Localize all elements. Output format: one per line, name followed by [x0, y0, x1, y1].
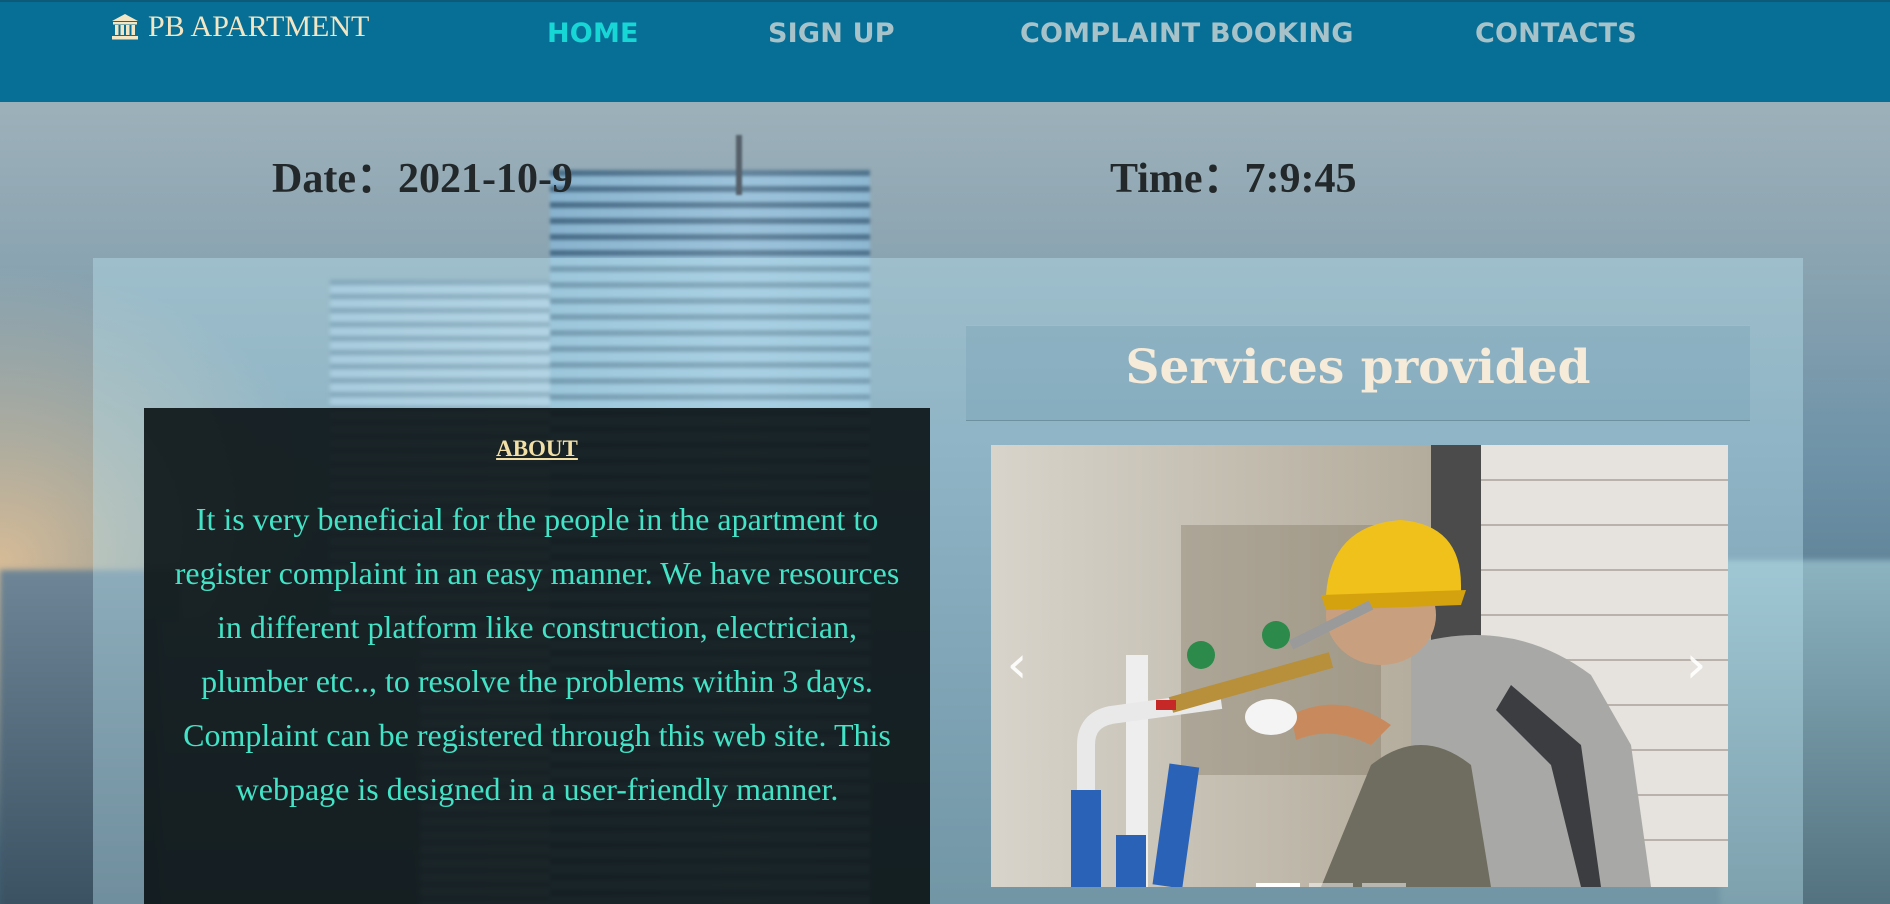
- chevron-right-icon[interactable]: ›: [1676, 635, 1716, 695]
- plumber-photo: [991, 445, 1728, 887]
- about-section: ABOUT It is very beneficial for the peop…: [144, 408, 930, 904]
- nav-sign-up[interactable]: SIGN UP: [768, 18, 895, 49]
- current-date: Date：2021-10-9: [272, 156, 573, 202]
- about-heading: ABOUT: [496, 436, 578, 461]
- chevron-left-icon[interactable]: ‹: [997, 635, 1037, 695]
- carousel-indicators: [991, 879, 1728, 887]
- nav-home[interactable]: HOME: [547, 18, 639, 49]
- carousel-indicator[interactable]: [1309, 883, 1353, 887]
- top-navbar: PB APARTMENT HOME SIGN UP COMPLAINT BOOK…: [0, 0, 1890, 102]
- main-nav: HOME SIGN UP COMPLAINT BOOKING CONTACTS: [0, 18, 1890, 58]
- background-spire: [736, 135, 742, 195]
- nav-contacts[interactable]: CONTACTS: [1475, 18, 1637, 49]
- services-header: Services provided: [966, 325, 1750, 421]
- nav-complaint-booking[interactable]: COMPLAINT BOOKING: [1020, 18, 1354, 49]
- carousel-indicator[interactable]: [1362, 883, 1406, 887]
- about-text: It is very beneficial for the people in …: [174, 501, 900, 807]
- carousel-indicator[interactable]: [1256, 883, 1300, 887]
- services-carousel[interactable]: ‹ ›: [991, 445, 1728, 887]
- services-title: Services provided: [1125, 340, 1591, 395]
- current-time: Time：7:9:45: [1110, 156, 1357, 202]
